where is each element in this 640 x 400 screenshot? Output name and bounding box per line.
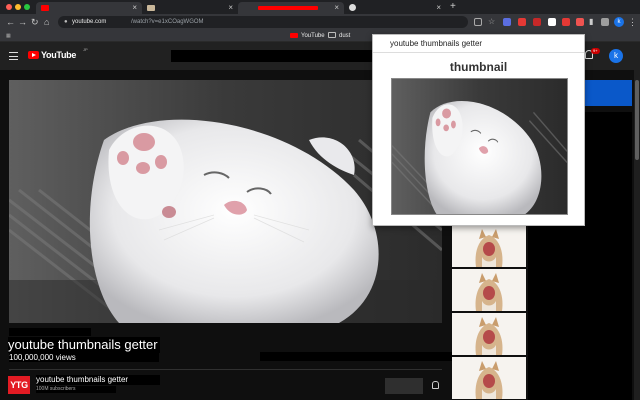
popup-title: youtube thumbnails getter [390, 39, 483, 48]
subscriber-count: 100M subscribers [36, 386, 116, 393]
region-code: JP [83, 47, 88, 52]
browser-toolbar: ← → ↻ ⌂ ● youtube.com /watch?v=e1xCOagWG… [0, 14, 640, 30]
extension-icon-6[interactable] [576, 18, 584, 26]
minimize-window-button[interactable] [15, 4, 21, 10]
youtube-logo-icon[interactable] [28, 51, 39, 59]
subscribe-button[interactable] [385, 378, 423, 394]
popup-heading: thumbnail [449, 60, 508, 74]
search-input[interactable] [171, 50, 377, 62]
close-window-button[interactable] [6, 4, 12, 10]
extension-icon-5[interactable] [562, 18, 570, 26]
maximize-window-button[interactable] [24, 4, 30, 10]
reload-icon[interactable]: ↻ [31, 14, 39, 30]
subscription-bell-icon[interactable] [432, 381, 439, 389]
new-tab-button[interactable]: + [450, 0, 456, 14]
notification-badge: 9+ [591, 48, 600, 54]
youtube-favicon-icon [41, 5, 49, 11]
tab-close-button[interactable]: × [228, 2, 233, 14]
puzzle-icon[interactable]: ▮ [589, 18, 597, 26]
scrollbar-thumb[interactable] [635, 80, 639, 160]
popup-header: youtube thumbnails getter [373, 35, 584, 53]
extension-icon-4[interactable] [548, 18, 556, 26]
lock-icon: ● [64, 19, 68, 25]
channel-avatar[interactable]: YTG [8, 376, 30, 394]
kitten-thumbnail-image [452, 313, 526, 355]
browser-menu-icon[interactable]: ⋮ [628, 14, 637, 30]
extension-icon-7[interactable] [601, 18, 609, 26]
tab-close-button[interactable]: × [334, 2, 339, 14]
tab-close-button[interactable]: × [436, 2, 441, 14]
tab-close-button[interactable]: × [132, 2, 137, 14]
account-avatar[interactable]: k [609, 49, 623, 63]
url-path: /watch?v=e1xCOagWGOM [131, 19, 204, 25]
cat-thumbnail-image [392, 79, 567, 214]
extension-icon-1[interactable] [503, 18, 511, 26]
browser-tab-strip: × × × × + [0, 0, 640, 14]
video-actions-redacted [260, 352, 452, 361]
browser-tab-other[interactable]: × [344, 2, 446, 14]
view-count: 100,000,000 views [9, 353, 159, 362]
globe-icon [349, 4, 356, 11]
browser-tab-active[interactable]: × [238, 2, 344, 14]
apps-grid-icon[interactable]: ▦ [6, 33, 12, 39]
url-host: youtube.com [72, 19, 107, 25]
forward-arrow-icon[interactable]: → [18, 14, 27, 30]
extension-icon-2[interactable] [518, 18, 526, 26]
thumbnail-preview[interactable] [391, 78, 568, 215]
redacted-hashtags [9, 328, 91, 336]
browser-tab-image[interactable]: × [142, 2, 238, 14]
hamburger-menu-icon[interactable] [9, 52, 18, 60]
tab-title-bar [258, 6, 318, 10]
star-icon[interactable]: ☆ [488, 18, 496, 26]
recommended-thumbnail[interactable] [452, 225, 526, 267]
extension-icon-3[interactable] [533, 18, 541, 26]
divider [9, 369, 442, 370]
kitten-thumbnail-image [452, 269, 526, 311]
kitten-thumbnail-image [452, 225, 526, 267]
home-icon[interactable]: ⌂ [44, 14, 49, 30]
recommended-thumbnail[interactable] [452, 357, 526, 399]
share-icon[interactable] [474, 18, 482, 26]
image-favicon-icon [147, 5, 155, 11]
address-bar[interactable]: ● youtube.com /watch?v=e1xCOagWGOM [58, 16, 468, 28]
browser-tab-youtube[interactable]: × [36, 2, 142, 14]
bookmark-youtube[interactable]: YouTube [290, 30, 325, 42]
youtube-icon [290, 33, 298, 38]
back-arrow-icon[interactable]: ← [6, 14, 15, 30]
recommended-thumbnail[interactable] [452, 269, 526, 311]
folder-icon [328, 32, 336, 38]
video-title: youtube thumbnails getter [8, 337, 160, 353]
channel-name[interactable]: youtube thumbnails getter [36, 375, 160, 385]
youtube-wordmark[interactable]: YouTube [41, 50, 76, 61]
sidebar-ad-banner[interactable] [578, 80, 632, 106]
profile-avatar[interactable]: k [614, 17, 624, 27]
extension-popup: youtube thumbnails getter thumbnail [372, 34, 585, 226]
kitten-thumbnail-image [452, 357, 526, 399]
recommended-thumbnail[interactable] [452, 313, 526, 355]
bookmark-dust[interactable]: dust [328, 30, 350, 42]
